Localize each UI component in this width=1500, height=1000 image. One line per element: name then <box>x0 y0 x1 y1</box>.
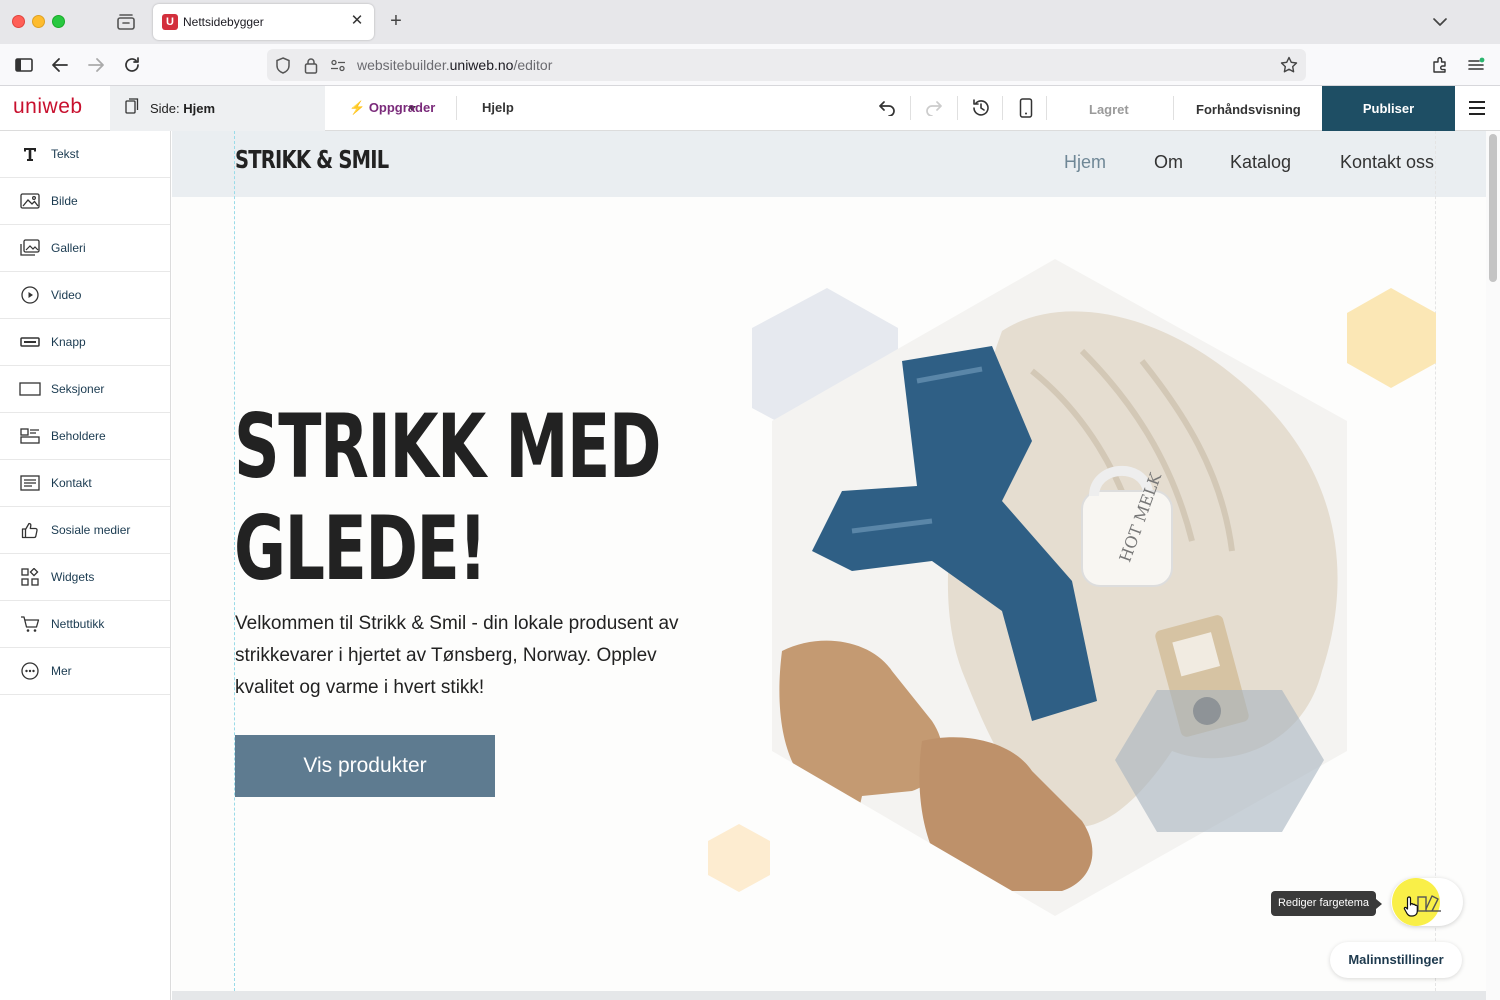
history-icon[interactable] <box>970 97 992 119</box>
site-nav-catalog[interactable]: Katalog <box>1230 152 1291 173</box>
app-menu-icon[interactable] <box>1465 54 1487 76</box>
video-icon <box>19 285 41 305</box>
upgrade-button[interactable]: ⚡ Oppgrader <box>349 100 435 116</box>
edit-color-theme-button[interactable] <box>1391 878 1463 926</box>
hand-cursor-icon <box>1403 896 1418 917</box>
color-theme-tooltip: Rediger fargetema <box>1271 891 1382 916</box>
uniweb-favicon-icon: U <box>162 14 178 30</box>
new-tab-icon[interactable]: + <box>386 11 406 31</box>
site-logo[interactable]: STRIKK & SMIL <box>235 145 389 174</box>
tab-title: Nettsidebygger <box>183 15 264 29</box>
sidebar-item-sections[interactable]: Seksjoner <box>0 366 170 413</box>
browser-nav-bar: websitebuilder.uniweb.no/editor <box>0 44 1500 86</box>
sidebar-item-video[interactable]: Video <box>0 272 170 319</box>
decor-hexagon-slate <box>1115 690 1324 832</box>
page-selector-label: Side: Hjem <box>150 101 216 116</box>
browser-tab[interactable]: U Nettsidebygger ✕ <box>153 4 374 40</box>
shield-icon[interactable] <box>275 57 291 74</box>
close-tab-icon[interactable]: ✕ <box>348 12 366 30</box>
browser-tab-bar: U Nettsidebygger ✕ + <box>0 0 1500 44</box>
image-icon <box>19 191 41 211</box>
page-canvas[interactable]: STRIKK & SMIL Hjem Om Katalog Kontakt os… <box>172 131 1486 991</box>
template-settings-button[interactable]: Malinnstillinger <box>1330 942 1462 978</box>
redo-icon[interactable] <box>923 97 945 119</box>
cart-icon <box>19 614 41 634</box>
hero-heading[interactable]: STRIKK MED GLEDE! <box>234 396 661 600</box>
sidebar-item-image[interactable]: Bilde <box>0 178 170 225</box>
saved-status: Lagret <box>1089 102 1129 117</box>
view-products-button[interactable]: Vis produkter <box>235 735 495 797</box>
sidebar-item-contact[interactable]: Kontakt <box>0 460 170 507</box>
sidebar-item-button[interactable]: Knapp <box>0 319 170 366</box>
gallery-icon <box>19 238 41 258</box>
divider <box>456 96 457 120</box>
lightning-icon: ⚡ <box>349 100 366 115</box>
decor-hexagon-yellow-small <box>708 824 770 892</box>
sidebar-toggle-icon[interactable] <box>13 54 35 76</box>
divider <box>1002 96 1003 120</box>
button-icon <box>19 332 41 352</box>
sidebar-item-social[interactable]: Sosiale medier <box>0 507 170 554</box>
sections-icon <box>19 379 41 399</box>
editor-toolbar: uniweb Side: Hjem ⚡ Oppgrader Hjelp Lagr… <box>0 86 1500 131</box>
thumbs-up-icon <box>19 520 41 540</box>
decor-hexagon-yellow <box>1347 288 1436 388</box>
extensions-icon[interactable] <box>1429 54 1451 76</box>
maximize-window-button[interactable] <box>52 15 65 28</box>
divider <box>1173 96 1174 120</box>
lock-icon[interactable] <box>304 57 318 74</box>
tab-overview-icon[interactable] <box>116 13 136 31</box>
divider <box>910 96 911 120</box>
uniweb-logo[interactable]: uniweb <box>13 95 83 119</box>
back-arrow-icon[interactable] <box>49 54 71 76</box>
divider <box>1046 96 1047 120</box>
sidebar-item-widgets[interactable]: Widgets <box>0 554 170 601</box>
url-text[interactable]: websitebuilder.uniweb.no/editor <box>357 57 552 73</box>
containers-icon <box>19 426 41 446</box>
close-window-button[interactable] <box>12 15 25 28</box>
widgets-icon <box>19 567 41 587</box>
help-button[interactable]: Hjelp <box>482 100 514 115</box>
undo-icon[interactable] <box>876 97 898 119</box>
url-bar[interactable]: websitebuilder.uniweb.no/editor <box>267 49 1306 81</box>
page-icon <box>125 98 139 114</box>
menu-icon[interactable] <box>1469 101 1485 115</box>
sidebar-item-more[interactable]: Mer <box>0 648 170 695</box>
sidebar-item-webshop[interactable]: Nettbutikk <box>0 601 170 648</box>
site-nav-home[interactable]: Hjem <box>1064 152 1106 173</box>
mobile-view-icon[interactable] <box>1015 97 1037 119</box>
sidebar-item-text[interactable]: Tekst <box>0 131 170 178</box>
bookmark-star-icon[interactable] <box>1280 56 1298 74</box>
permissions-icon[interactable] <box>330 59 346 72</box>
hero-paragraph[interactable]: Velkommen til Strikk & Smil - din lokale… <box>235 608 715 704</box>
contact-icon <box>19 473 41 493</box>
sidebar-item-containers[interactable]: Beholdere <box>0 413 170 460</box>
more-icon <box>19 661 41 681</box>
sidebar-item-gallery[interactable]: Galleri <box>0 225 170 272</box>
publish-button[interactable]: Publiser <box>1322 86 1455 131</box>
page-selector[interactable]: Side: Hjem <box>110 86 416 131</box>
section-divider <box>172 991 1486 1000</box>
chevron-down-icon[interactable] <box>1431 13 1449 31</box>
preview-button[interactable]: Forhåndsvisning <box>1196 102 1301 117</box>
element-sidebar: Tekst Bilde Galleri Video Knapp Seksjone… <box>0 131 171 1000</box>
scrollbar-thumb[interactable] <box>1489 134 1497 282</box>
site-header[interactable]: STRIKK & SMIL Hjem Om Katalog Kontakt os… <box>172 131 1486 197</box>
site-nav-contact[interactable]: Kontakt oss <box>1340 152 1434 173</box>
minimize-window-button[interactable] <box>32 15 45 28</box>
site-nav-about[interactable]: Om <box>1154 152 1183 173</box>
text-icon <box>19 144 41 164</box>
hero-image[interactable]: HOT MELK <box>702 251 1442 931</box>
reload-icon[interactable] <box>121 54 143 76</box>
forward-arrow-icon[interactable] <box>85 54 107 76</box>
divider <box>957 96 958 120</box>
